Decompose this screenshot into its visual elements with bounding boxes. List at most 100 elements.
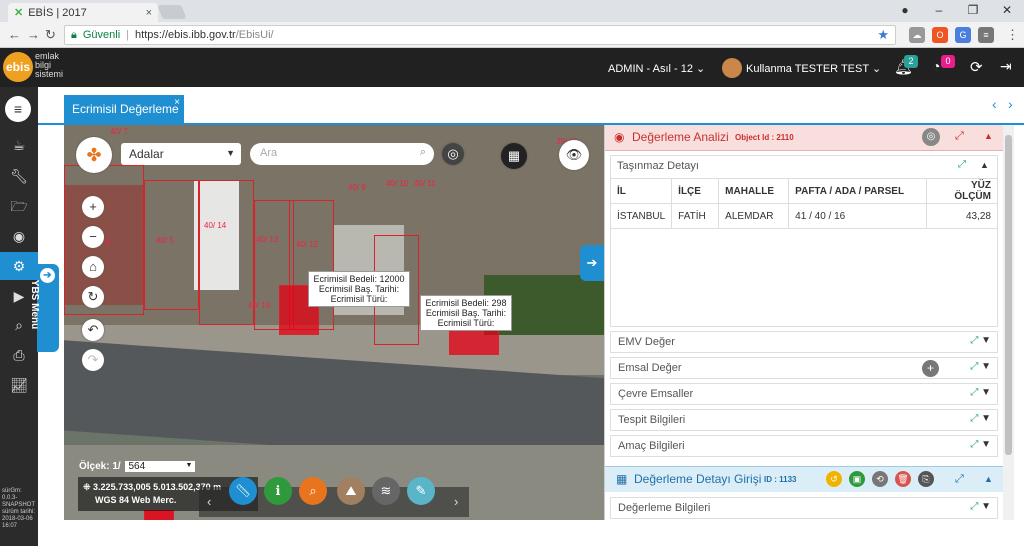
grid-icon[interactable]: ▦ — [501, 143, 527, 169]
expand-icon[interactable]: ⤢ — [955, 130, 964, 143]
user-dropdown[interactable]: Kullanma TESTER TEST ⌄ — [746, 62, 881, 75]
query-icon[interactable]: ⌕ — [299, 477, 327, 505]
attach-button[interactable]: ⎘ — [918, 471, 934, 487]
stack-icon[interactable]: ≋ — [372, 477, 400, 505]
browser-menu-icon[interactable]: ⋮ — [1006, 27, 1019, 43]
extension-off-icon[interactable]: ≡ — [978, 27, 994, 43]
browser-tab-title: EBİS | 2017 — [28, 6, 87, 19]
gear-icon[interactable]: ⚙ — [0, 252, 38, 280]
info-icon[interactable]: ℹ — [264, 477, 292, 505]
chevron-down-icon: ▼ — [981, 387, 991, 398]
extension-opera-icon[interactable]: O — [932, 27, 948, 43]
selected-parcel[interactable] — [449, 330, 499, 355]
reload-icon[interactable]: ↻ — [45, 27, 56, 43]
caret-down-icon: ▼ — [226, 148, 235, 158]
eye-icon[interactable]: 👁︎ — [559, 140, 589, 170]
parcel[interactable] — [199, 180, 254, 325]
undo-icon[interactable]: ↶ — [82, 319, 104, 341]
forward-icon[interactable]: → — [27, 27, 40, 42]
role-dropdown[interactable]: ADMIN - Asıl - 12 ⌄ — [608, 62, 705, 75]
parcel-label: 40/ 11 — [414, 179, 436, 188]
parcel[interactable] — [144, 510, 174, 520]
hamburger-menu-icon[interactable]: ≡ — [5, 96, 31, 122]
map-search-input[interactable]: Ara ⌕ — [250, 143, 434, 165]
save-button[interactable]: ▣ — [849, 471, 865, 487]
fingerprint-icon[interactable]: ◎ — [442, 143, 464, 165]
version-info: sürGm: 0.0.3- SNAPSHOT sürüm tarihi: 201… — [2, 488, 36, 529]
section-amac-bilgileri[interactable]: Amaç Bilgileri ⤢ ▼ — [610, 435, 998, 457]
add-button[interactable]: + — [922, 360, 939, 377]
parcel[interactable] — [144, 180, 199, 310]
avatar[interactable] — [722, 58, 742, 78]
toolbar-next-icon[interactable]: › — [454, 494, 458, 509]
ecrimisil-popup: Ecrimisil Bedeli: 12000 Ecrimisil Baş. T… — [308, 271, 410, 307]
home-icon[interactable]: ⌂ — [82, 256, 104, 278]
task-icon[interactable]: ◔ — [932, 58, 940, 74]
chevron-down-icon: ▼ — [981, 361, 991, 372]
print-icon[interactable]: ⎙ — [0, 341, 38, 369]
extension-translate-icon[interactable]: G — [955, 27, 971, 43]
scale-select[interactable]: 564 ▼ — [125, 461, 196, 472]
expand-icon[interactable]: ⤢ — [955, 473, 964, 486]
ybs-menu-toggle[interactable]: ➔ YBS Menu — [29, 264, 59, 352]
collapse-icon[interactable]: ▲ — [984, 474, 993, 484]
logout-icon[interactable]: ⇥ — [1000, 58, 1012, 75]
back-icon[interactable]: ← — [8, 27, 21, 42]
browser-tab[interactable]: ✕ EBİS | 2017 × — [8, 3, 158, 22]
folder-icon[interactable]: 🗁 — [0, 192, 38, 220]
task-badge: 0 — [941, 55, 955, 68]
settings-icon[interactable]: ◎ — [922, 128, 940, 146]
layer-select[interactable]: Adalar ▼ — [121, 143, 241, 165]
restore-icon[interactable]: ❐ — [956, 3, 990, 17]
section-tespit-bilgileri[interactable]: Tespit Bilgileri ⤢ ▼ — [610, 409, 998, 431]
table-row[interactable]: İSTANBUL FATİH ALEMDAR 41 / 40 / 16 43,2… — [609, 203, 998, 229]
url-bar[interactable]: 🔒︎ Güvenli | https://ebis.ibb.gov.tr /Eb… — [64, 25, 896, 45]
expand-icon[interactable]: ⤢ — [958, 159, 966, 170]
extension-cloud-icon[interactable]: ☁ — [909, 27, 925, 43]
rotate-icon[interactable]: ↻ — [82, 286, 104, 308]
wrench-icon[interactable]: 🔧︎ — [0, 162, 38, 190]
close-window-icon[interactable]: ✕ — [990, 3, 1024, 17]
minimize-icon[interactable]: – — [922, 3, 956, 17]
column-header: İLÇE — [671, 178, 720, 204]
chevron-down-icon: ▼ — [981, 413, 991, 424]
history-button[interactable]: ⟲ — [872, 471, 888, 487]
scrollbar-thumb[interactable] — [1005, 135, 1012, 455]
zoom-out-button[interactable]: − — [82, 226, 104, 248]
close-tab-icon[interactable]: × — [146, 7, 152, 19]
section-degerleme-bilgileri[interactable]: Değerleme Bilgileri ⤢ ▼ — [610, 497, 998, 519]
section-emsal-deger[interactable]: Emsal Değer + ⤢ ▼ — [610, 357, 998, 379]
chart-icon[interactable]: 📈︎ — [0, 371, 38, 399]
undo-button[interactable]: ↺ — [826, 471, 842, 487]
section-cevre-emsaller[interactable]: Çevre Emsaller ⤢ ▼ — [610, 383, 998, 405]
layers-logo-icon[interactable]: ✤ — [76, 137, 112, 173]
coffee-icon[interactable]: ☕︎ — [0, 131, 38, 159]
close-tab-icon[interactable]: × — [174, 97, 180, 108]
tools-icon[interactable]: ✎ — [407, 477, 435, 505]
measure-icon[interactable]: 📏︎ — [229, 477, 257, 505]
redo-icon[interactable]: ↷ — [82, 349, 104, 371]
refresh-icon[interactable]: ⟳ — [970, 58, 983, 76]
bookmark-star-icon[interactable]: ★ — [877, 27, 889, 43]
section-emv-deger[interactable]: EMV Değer ⤢ ▼ — [610, 331, 998, 353]
parcel[interactable] — [64, 165, 144, 315]
url-domain: https://ebis.ibb.gov.tr — [135, 29, 236, 41]
profile-icon[interactable]: ● — [888, 3, 922, 17]
parcel-label: 40/ 15 — [248, 301, 271, 310]
crosshair-icon: ⁜ — [83, 482, 94, 492]
globe-icon[interactable]: ◉ — [0, 222, 38, 250]
image-icon[interactable]: ⛰ — [337, 477, 365, 505]
collapse-icon[interactable]: ▲ — [980, 160, 989, 170]
collapse-icon[interactable]: ▲ — [984, 131, 993, 141]
toolbar-prev-icon[interactable]: ‹ — [207, 494, 211, 509]
parcel-label: 6 — [106, 237, 111, 246]
scroll-left-icon[interactable]: ‹ — [992, 96, 997, 112]
panel-toggle-button[interactable]: ➔ — [580, 245, 604, 281]
tab-ecrimisil-degerleme[interactable]: Ecrimisil Değerleme × — [64, 95, 184, 123]
zoom-in-button[interactable]: + — [82, 196, 104, 218]
delete-button[interactable]: 🗑︎ — [895, 471, 911, 487]
map-view[interactable]: 40/ 5 40/ 14 40/ 13 40/ 12 40/ 15 40/ 9 … — [64, 125, 604, 520]
scroll-right-icon[interactable]: › — [1008, 96, 1013, 112]
parcel-label: 40/ 7 — [110, 127, 128, 136]
new-tab-button[interactable] — [157, 5, 187, 19]
